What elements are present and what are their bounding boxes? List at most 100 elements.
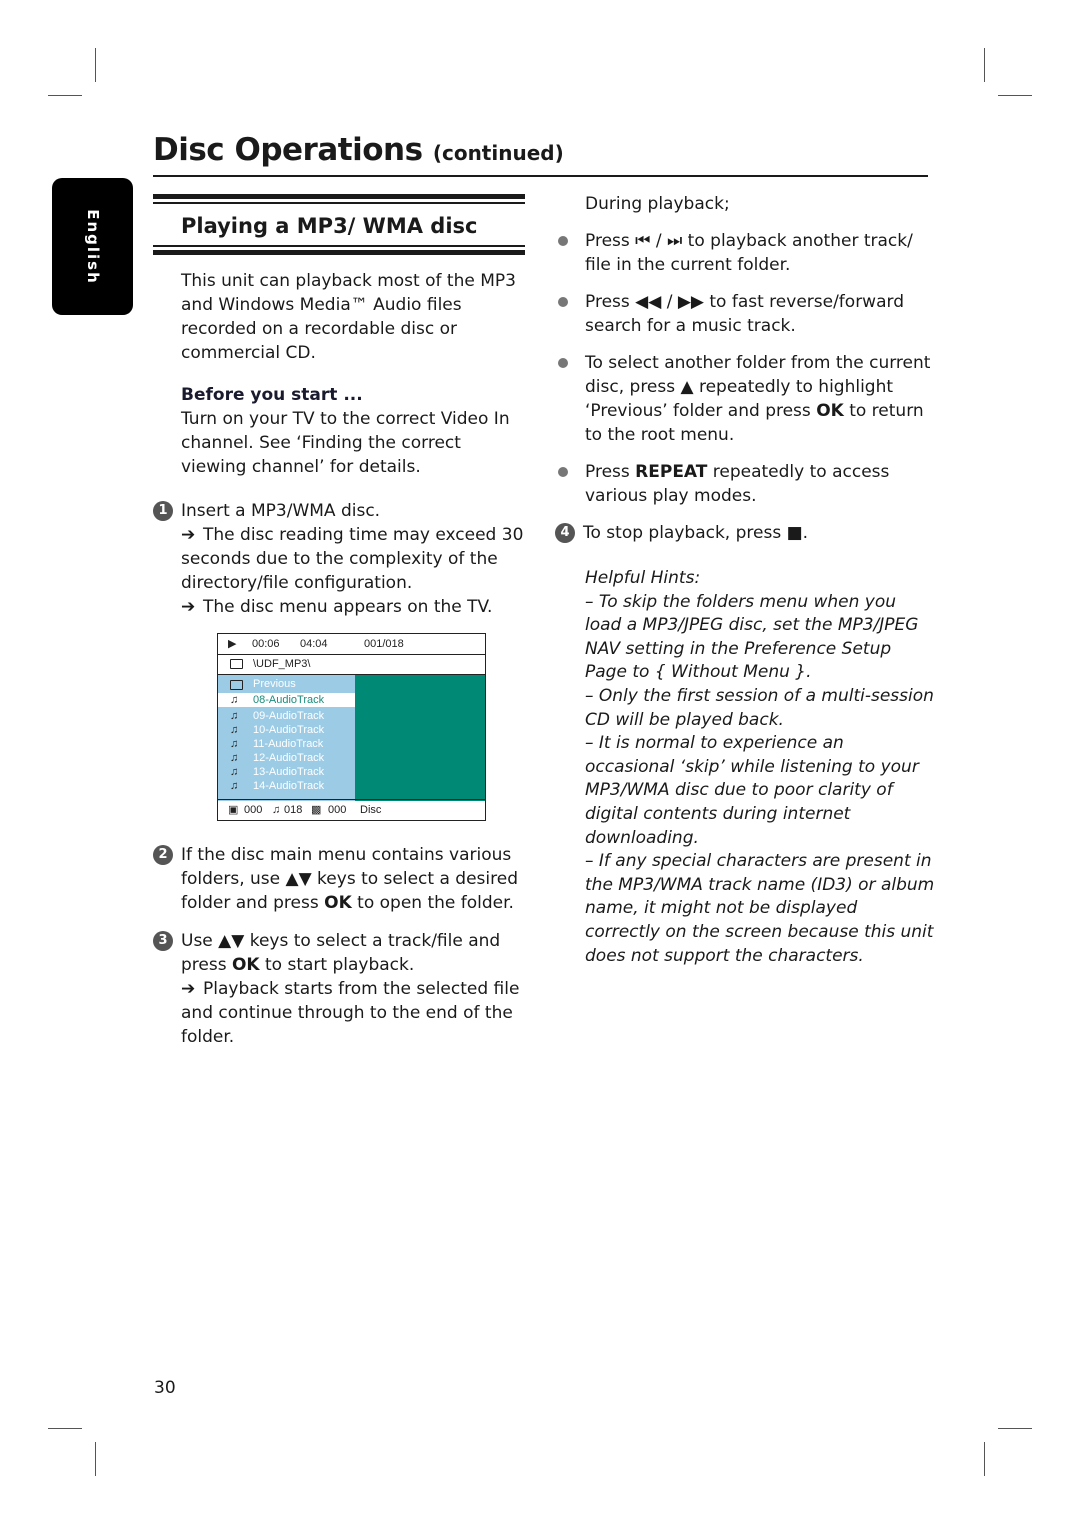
osd-list-item[interactable]: ♫ 11-AudioTrack: [218, 737, 355, 751]
music-note-icon: ♫: [230, 766, 239, 778]
video-icon: ▩: [311, 804, 322, 816]
music-note-icon: ♫: [230, 752, 239, 764]
crop-mark: [48, 95, 82, 96]
crop-mark: [95, 1442, 96, 1476]
osd-item-label: 08-AudioTrack: [253, 694, 325, 706]
osd-footer: ▣ 000 ♫ 018 ▩ 000 Disc: [218, 799, 485, 820]
step-number-1: 1: [153, 501, 173, 521]
language-tab: English: [52, 178, 133, 315]
photo-count: 000: [244, 804, 263, 816]
osd-item-label: 12-AudioTrack: [253, 752, 325, 764]
during-playback-label: During playback;: [585, 194, 730, 214]
step-1-result-1: ➔ The disc reading time may exceed 30 sec…: [181, 523, 525, 595]
step-3-result: ➔ Playback starts from the selected file …: [181, 977, 525, 1049]
step-1-result-2: ➔ The disc menu appears on the TV.: [181, 595, 525, 619]
music-note-icon: ♫: [230, 710, 239, 722]
step-number-4: 4: [555, 523, 575, 543]
step-number-3: 3: [153, 931, 173, 951]
step-number-2: 2: [153, 845, 173, 865]
bullet-item: Press ◀◀ / ▶▶ to fast reverse/forward se…: [555, 290, 935, 338]
hint-item: – It is normal to experience an occasion…: [585, 733, 919, 848]
osd-list-item[interactable]: ♫ 13-AudioTrack: [218, 765, 355, 779]
music-note-icon: ♫: [230, 738, 239, 750]
before-you-start-heading: Before you start ...: [181, 385, 363, 405]
section-rule-bottom: [153, 250, 525, 255]
bullet-item: To select another folder from the curren…: [555, 351, 935, 447]
bullet-text: Press ◀◀ / ▶▶ to fast reverse/forward se…: [585, 292, 904, 336]
osd-status-bar: ▶ 00:06 04:04 001/018: [218, 634, 485, 655]
right-column: During playback; Press ⏮ / ⏭ to playback…: [555, 192, 935, 968]
page-title: Disc Operations (continued): [153, 132, 564, 168]
before-you-start-text: Turn on your TV to the correct Video In …: [181, 409, 510, 477]
osd-list-item[interactable]: ♫ 10-AudioTrack: [218, 723, 355, 737]
photo-icon: ▣: [228, 804, 239, 816]
page-title-suffix: (continued): [432, 141, 564, 165]
section-rule-bottom-thin: [153, 245, 525, 247]
step-4-text: To stop playback, press ■.: [583, 523, 809, 543]
hint-item: – If any special characters are present …: [585, 851, 935, 966]
intro-text: This unit can playback most of the MP3 a…: [181, 271, 516, 363]
disc-menu-screen: ▶ 00:06 04:04 001/018 \UDF_MP3\ Previous…: [217, 633, 486, 821]
elapsed-time: 00:06: [252, 638, 280, 650]
step-4: 4 To stop playback, press ■.: [555, 521, 935, 545]
bullet-item: Press REPEAT repeatedly to access variou…: [555, 460, 935, 508]
osd-item-label: 11-AudioTrack: [253, 738, 324, 750]
crop-mark: [95, 48, 96, 82]
hint-item: – Only the first session of a multi-sess…: [585, 685, 934, 730]
result-text: The disc reading time may exceed 30 seco…: [181, 525, 524, 593]
hint-item: – To skip the folders menu when you load…: [585, 591, 919, 683]
page-number: 30: [154, 1378, 176, 1398]
osd-list-item[interactable]: ♫ 08-AudioTrack: [218, 693, 355, 707]
language-tab-label: English: [83, 208, 102, 285]
step-3-text: Use ▲▼ keys to select a track/file and p…: [181, 929, 525, 977]
crop-mark: [984, 48, 985, 82]
result-text: Playback starts from the selected file a…: [181, 979, 520, 1047]
osd-file-list: Previous ♫ 08-AudioTrack ♫ 09-AudioTrack ♫ 10-…: [218, 675, 355, 801]
crop-mark: [998, 95, 1032, 96]
step-2-text-post: to open the folder.: [351, 893, 514, 913]
repeat-key: REPEAT: [635, 462, 708, 482]
osd-item-label: Previous: [253, 678, 296, 690]
bullet-text-pre: Press: [585, 462, 636, 482]
ok-key: OK: [324, 893, 352, 913]
osd-list-item[interactable]: ♫ 12-AudioTrack: [218, 751, 355, 765]
ok-key: OK: [816, 401, 844, 421]
section-title: Playing a MP3/ WMA disc: [181, 214, 478, 238]
osd-item-label: 09-AudioTrack: [253, 710, 325, 722]
total-time: 04:04: [300, 638, 328, 650]
osd-list-item[interactable]: Previous: [218, 677, 355, 691]
bullet-item: Press ⏮ / ⏭ to playback another track/ f…: [555, 229, 935, 277]
folder-icon: [230, 677, 243, 694]
arrow-icon: ➔: [181, 597, 196, 617]
helpful-hints: Helpful Hints: – To skip the folders men…: [555, 567, 935, 968]
osd-item-label: 14-AudioTrack: [253, 780, 325, 792]
osd-item-label: 13-AudioTrack: [253, 766, 325, 778]
step-1-text: Insert a MP3/WMA disc.: [181, 501, 381, 521]
music-note-icon: ♫: [230, 724, 239, 736]
osd-list-item[interactable]: ♫ 09-AudioTrack: [218, 709, 355, 723]
osd-item-label: 10-AudioTrack: [253, 724, 325, 736]
section-header: Playing a MP3/ WMA disc: [153, 194, 525, 255]
left-column: Playing a MP3/ WMA disc This unit can pl…: [153, 194, 525, 1049]
arrow-icon: ➔: [181, 525, 196, 545]
music-note-icon: ♫: [230, 780, 239, 792]
music-note-icon: ♫: [230, 694, 239, 706]
title-divider: [153, 175, 928, 177]
step-1: 1 Insert a MP3/WMA disc. ➔ The disc readi…: [153, 499, 525, 619]
bullet-text: Press ⏮ / ⏭ to playback another track/ f…: [585, 231, 913, 275]
source-label: Disc: [360, 804, 382, 816]
bullet-text: Press REPEAT repeatedly to access variou…: [585, 460, 935, 508]
hints-title: Helpful Hints:: [585, 568, 701, 588]
crop-mark: [984, 1442, 985, 1476]
folder-icon: [230, 680, 243, 690]
folder-icon: [230, 659, 243, 669]
crop-mark: [998, 1428, 1032, 1429]
step-3-text-post: to start playback.: [259, 955, 415, 975]
bullet-text: To select another folder from the curren…: [585, 351, 935, 447]
osd-preview-pane: [355, 675, 485, 801]
arrow-icon: ➔: [181, 979, 196, 999]
osd-list-item[interactable]: ♫ 14-AudioTrack: [218, 779, 355, 793]
page-title-text: Disc Operations: [153, 132, 423, 168]
play-icon: ▶: [228, 638, 237, 650]
crop-mark: [48, 1428, 82, 1429]
